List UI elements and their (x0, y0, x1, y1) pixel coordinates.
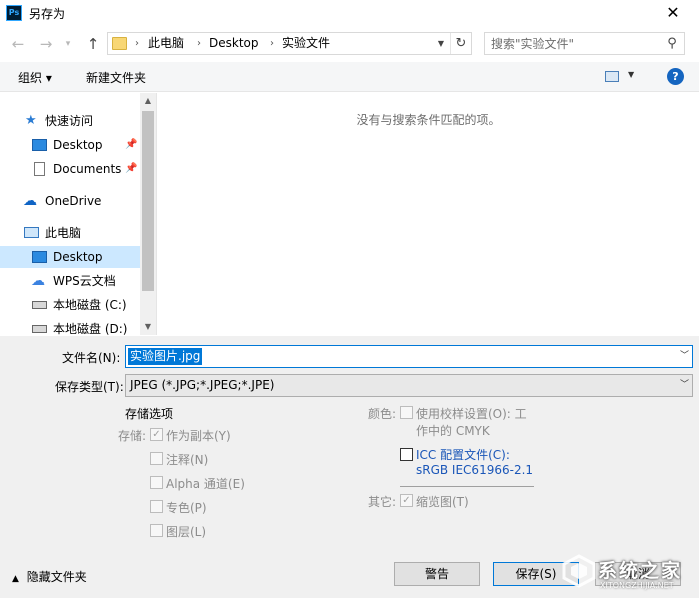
breadcrumb-desktop[interactable]: Desktop (209, 33, 259, 54)
chevron-up-icon: ▲ (12, 574, 19, 584)
watermark-text: 系统之家 (598, 560, 683, 582)
nav-scrollbar[interactable]: ▲ ▼ (140, 93, 156, 335)
file-list-area[interactable]: 没有与搜索条件匹配的项。 (158, 93, 699, 335)
alpha-channel-label: Alpha 通道(E) (166, 477, 245, 491)
search-box[interactable]: ⚲ (484, 32, 685, 55)
drive-c-icon (32, 301, 47, 309)
breadcrumb-experiment-folder[interactable]: 实验文件 (282, 33, 330, 54)
documents-icon (34, 162, 45, 176)
proof-setup-checkbox[interactable] (400, 406, 413, 419)
chevron-down-icon[interactable]: ▼ (628, 70, 634, 79)
watermark-logo-icon (562, 554, 596, 588)
color-label: 颜色: (368, 407, 397, 421)
icc-profile-label: ICC 配置文件(C): (416, 448, 510, 462)
search-input[interactable] (491, 34, 661, 53)
search-icon[interactable]: ⚲ (663, 34, 681, 53)
layers-checkbox[interactable] (150, 524, 163, 537)
filename-label: 文件名(N): (62, 351, 121, 365)
notes-label: 注释(N) (166, 453, 209, 467)
up-arrow-icon[interactable]: ↑ (83, 34, 103, 54)
star-icon: ★ (25, 113, 37, 128)
pin-icon: 📌 (125, 139, 138, 150)
filename-value[interactable]: 实验图片.jpg (128, 348, 203, 365)
icc-profile-checkbox[interactable] (400, 448, 413, 461)
desktop-folder-icon (32, 251, 47, 263)
nav-item-onedrive[interactable]: ☁ OneDrive (0, 190, 140, 212)
drive-icon (32, 325, 47, 333)
thumbnail-checkbox[interactable]: ✓ (400, 494, 413, 507)
storage-options-title: 存储选项 (125, 407, 174, 421)
desktop-folder-icon (32, 139, 47, 151)
proof-setup-label: 使用校样设置(O): 工 (416, 407, 527, 421)
scroll-down-icon[interactable]: ▼ (140, 319, 156, 335)
address-bar[interactable]: › 此电脑 › Desktop › 实验文件 ▼ ↻ (107, 32, 472, 55)
recent-locations-chevron-icon[interactable]: ▾ (62, 34, 74, 54)
nav-item-quick-access[interactable]: ★ 快速访问 (0, 110, 140, 132)
back-arrow-icon[interactable]: ← (8, 34, 28, 54)
notes-checkbox[interactable] (150, 452, 163, 465)
watermark-subtext: XITONGZHIJIA.NET (600, 581, 674, 590)
window-title: 另存为 (29, 7, 66, 21)
breadcrumb-separator: › (197, 38, 201, 49)
help-icon[interactable]: ? (667, 68, 684, 85)
navigation-pane: ★ 快速访问 Desktop 📌 Documents 📌 ☁ OneDrive … (0, 93, 157, 335)
filetype-select[interactable]: JPEG (*.JPG;*.JPEG;*.JPE) ﹀ (125, 374, 693, 397)
folder-icon (112, 37, 127, 50)
address-dropdown-icon[interactable]: ▼ (435, 33, 447, 54)
close-button[interactable]: ✕ (650, 0, 696, 28)
nav-item-drive-c[interactable]: 本地磁盘 (C:) (0, 294, 140, 316)
other-label: 其它: (368, 495, 397, 509)
hide-folders-toggle[interactable]: ▲ 隐藏文件夹 (12, 568, 87, 585)
thumbnail-label: 缩览图(T) (416, 495, 469, 509)
layers-label: 图层(L) (166, 525, 207, 539)
scroll-up-icon[interactable]: ▲ (140, 93, 156, 109)
scrollbar-thumb[interactable] (142, 111, 154, 291)
chevron-down-icon[interactable]: ﹀ (677, 346, 692, 367)
watermark: 系统之家 XITONGZHIJIA.NET (560, 550, 694, 594)
as-copy-label: 作为副本(Y) (166, 429, 231, 443)
breadcrumb-separator: › (270, 38, 274, 49)
warning-button[interactable]: 警告 (394, 562, 480, 586)
cloud-icon: ☁ (23, 193, 37, 209)
nav-item-this-pc[interactable]: 此电脑 (0, 222, 140, 244)
spot-color-checkbox[interactable] (150, 500, 163, 513)
nav-item-documents[interactable]: Documents 📌 (0, 158, 140, 180)
photoshop-app-icon: Ps (6, 5, 22, 21)
new-folder-button[interactable]: 新建文件夹 (86, 69, 146, 86)
divider (400, 486, 534, 487)
spot-color-label: 专色(P) (166, 501, 207, 515)
close-icon: ✕ (666, 3, 680, 22)
nav-item-drive-d[interactable]: 本地磁盘 (D:) (0, 318, 140, 335)
forward-arrow-icon[interactable]: → (36, 34, 56, 54)
toolbar: 组织 ▾ 新建文件夹 ▼ ? (0, 62, 699, 92)
as-copy-checkbox[interactable]: ✓ (150, 428, 163, 441)
chevron-down-icon[interactable]: ﹀ (677, 375, 692, 396)
wps-cloud-icon: ☁ (31, 273, 45, 289)
nav-item-wps-cloud[interactable]: ☁ WPS云文档 (0, 270, 140, 292)
storage-label: 存储: (118, 429, 147, 443)
icc-profile-value: sRGB IEC61966-2.1 (416, 463, 534, 477)
nav-item-desktop-pinned[interactable]: Desktop 📌 (0, 134, 140, 156)
title-bar: Ps 另存为 ✕ (0, 0, 699, 28)
pin-icon: 📌 (125, 163, 138, 174)
view-options-icon[interactable] (605, 71, 619, 82)
alpha-channel-checkbox[interactable] (150, 476, 163, 489)
nav-item-desktop-selected[interactable]: Desktop (0, 246, 140, 268)
breadcrumb-this-pc[interactable]: 此电脑 (148, 33, 184, 54)
filename-field[interactable]: 实验图片.jpg ﹀ (125, 345, 693, 368)
proof-setup-label-line2: 作中的 CMYK (416, 424, 490, 438)
refresh-icon[interactable]: ↻ (450, 33, 471, 54)
empty-message: 没有与搜索条件匹配的项。 (356, 113, 501, 127)
hide-folders-label: 隐藏文件夹 (26, 570, 87, 584)
computer-icon (24, 227, 39, 238)
organize-button[interactable]: 组织 ▾ (18, 69, 52, 86)
filetype-label: 保存类型(T): (55, 380, 124, 394)
breadcrumb-separator: › (135, 38, 139, 49)
filetype-value: JPEG (*.JPG;*.JPEG;*.JPE) (130, 378, 275, 392)
